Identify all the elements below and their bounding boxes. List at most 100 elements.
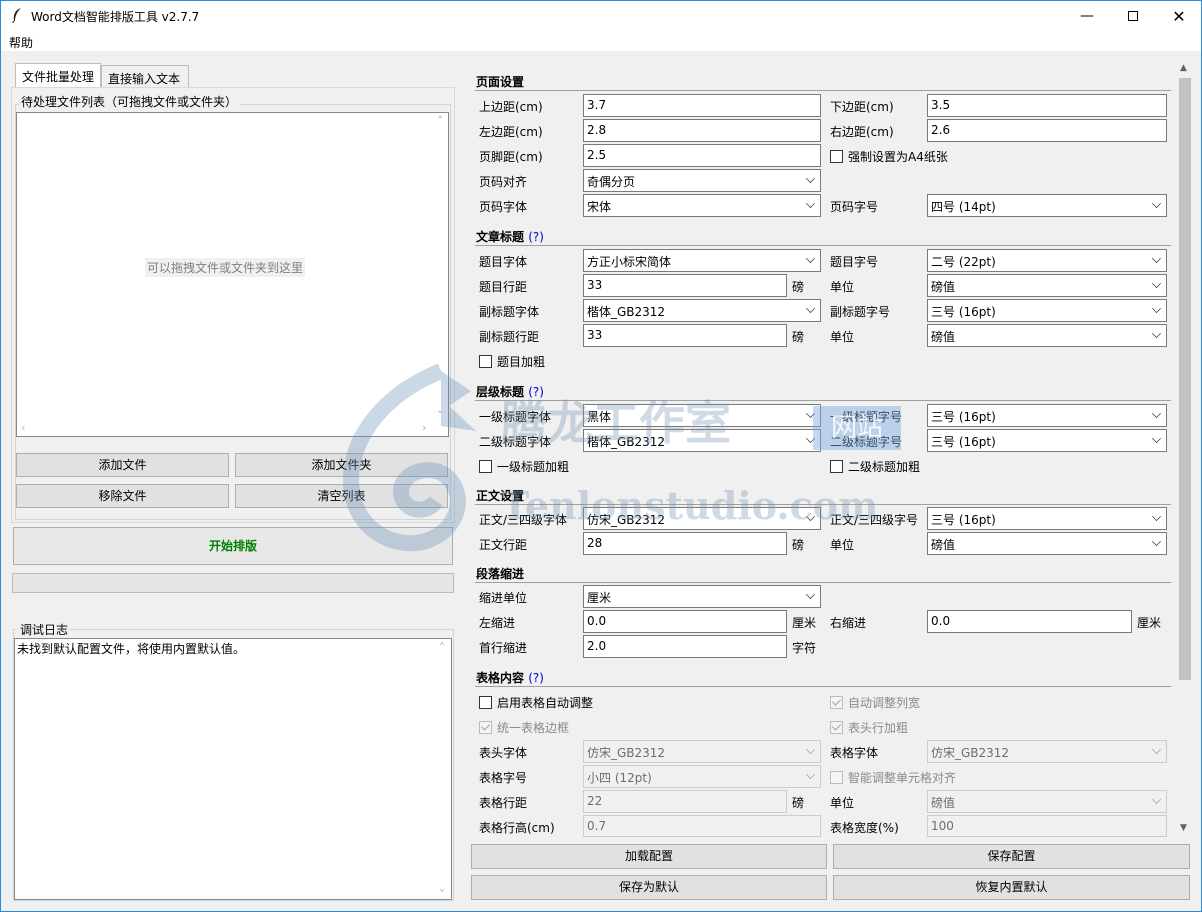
table-row-height-input[interactable]: 0.7 <box>583 815 821 837</box>
restore-default-button[interactable]: 恢复内置默认 <box>833 875 1190 900</box>
top-margin-input[interactable]: 3.7 <box>583 94 821 117</box>
title-bold-checkbox[interactable]: 题目加粗 <box>479 353 545 370</box>
tab-direct-input[interactable]: 直接输入文本 <box>101 65 189 88</box>
left-margin-input[interactable]: 2.8 <box>583 119 821 142</box>
body-spacing-input[interactable]: 28 <box>583 532 787 555</box>
save-as-default-button[interactable]: 保存为默认 <box>471 875 827 900</box>
force-a4-label: 强制设置为A4纸张 <box>848 150 948 164</box>
title-spacing-input[interactable]: 33 <box>583 274 787 297</box>
body-font-select[interactable]: 仿宋_GB2312 <box>583 507 821 530</box>
header-bold-checkbox[interactable]: 表头行加粗 <box>830 719 908 736</box>
section-table-content: 表格内容 (?) <box>476 669 544 686</box>
indent-unit-select[interactable]: 厘米 <box>583 585 821 608</box>
section-paragraph-indent: 段落缩进 <box>476 567 525 581</box>
h1-size-select[interactable]: 三号 (16pt) <box>927 404 1167 427</box>
table-font-label: 表格字体 <box>830 746 879 760</box>
h1-font-label: 一级标题字体 <box>479 410 552 424</box>
auto-column-width-checkbox[interactable]: 自动调整列宽 <box>830 694 920 711</box>
footer-distance-input[interactable]: 2.5 <box>583 144 821 167</box>
table-width-input[interactable]: 100 <box>927 815 1167 837</box>
section-divider <box>475 504 1171 505</box>
subtitle-spacing-input[interactable]: 33 <box>583 324 787 347</box>
title-font-select[interactable]: 方正小标宋简体 <box>583 249 821 272</box>
page-number-size-select[interactable]: 四号 (14pt) <box>927 194 1167 217</box>
heading-help-link[interactable]: (?) <box>528 385 544 399</box>
page-number-align-select[interactable]: 奇偶分页 <box>583 169 821 192</box>
save-config-button[interactable]: 保存配置 <box>833 844 1190 869</box>
remove-file-button[interactable]: 移除文件 <box>16 484 229 508</box>
unify-border-label: 统一表格边框 <box>497 721 570 735</box>
minimize-button[interactable]: — <box>1064 1 1110 31</box>
title-size-value: 二号 (22pt) <box>931 255 996 269</box>
indent-unit-label: 缩进单位 <box>479 591 528 605</box>
body-unit-select[interactable]: 磅值 <box>927 532 1167 555</box>
log-text: 未找到默认配置文件，将使用内置默认值。 <box>17 642 246 656</box>
title-font-value: 方正小标宋简体 <box>587 255 672 269</box>
h1-font-select[interactable]: 黑体 <box>583 404 821 427</box>
body-spacing-unit: 磅 <box>792 538 805 552</box>
body-font-value: 仿宋_GB2312 <box>587 513 666 527</box>
table-header-font-select[interactable]: 仿宋_GB2312 <box>583 740 821 763</box>
smart-align-checkbox[interactable]: 智能调整单元格对齐 <box>830 769 956 786</box>
subtitle-size-label: 副标题字号 <box>830 305 891 319</box>
subtitle-font-select[interactable]: 楷体_GB2312 <box>583 299 821 322</box>
force-a4-checkbox[interactable]: 强制设置为A4纸张 <box>830 148 948 165</box>
bottom-margin-input[interactable]: 3.5 <box>927 94 1167 117</box>
h2-size-select[interactable]: 三号 (16pt) <box>927 429 1167 452</box>
check-icon <box>480 721 491 731</box>
body-spacing-label: 正文行距 <box>479 538 528 552</box>
title-size-select[interactable]: 二号 (22pt) <box>927 249 1167 272</box>
tab-batch-files[interactable]: 文件批量处理 <box>15 63 101 87</box>
table-font-select[interactable]: 仿宋_GB2312 <box>927 740 1167 763</box>
subtitle-size-select[interactable]: 三号 (16pt) <box>927 299 1167 322</box>
scroll-thumb[interactable] <box>1179 78 1191 680</box>
chevron-down-icon <box>1152 434 1161 443</box>
scroll-up-icon: ⌃ <box>439 641 446 652</box>
first-line-indent-input[interactable]: 2.0 <box>583 635 787 658</box>
left-indent-input[interactable]: 0.0 <box>583 610 787 633</box>
title-unit-select[interactable]: 磅值 <box>927 274 1167 297</box>
section-heading-levels-text: 层级标题 <box>476 385 525 399</box>
checkbox-box <box>479 696 492 709</box>
section-heading-levels: 层级标题 (?) <box>476 383 544 400</box>
close-button[interactable]: ✕ <box>1156 1 1201 31</box>
page-number-size-label: 页码字号 <box>830 200 879 214</box>
maximize-button[interactable] <box>1110 1 1156 31</box>
page-number-font-select[interactable]: 宋体 <box>583 194 821 217</box>
load-config-button[interactable]: 加载配置 <box>471 844 827 869</box>
page-number-size-value: 四号 (14pt) <box>931 200 996 214</box>
table-help-link[interactable]: (?) <box>528 671 544 685</box>
h1-bold-checkbox[interactable]: 一级标题加粗 <box>479 458 569 475</box>
table-size-value: 小四 (12pt) <box>587 771 652 785</box>
section-table-content-text: 表格内容 <box>476 671 525 685</box>
h2-bold-checkbox[interactable]: 二级标题加粗 <box>830 458 920 475</box>
subtitle-spacing-label: 副标题行距 <box>479 330 540 344</box>
checkbox-box <box>830 460 843 473</box>
right-indent-input[interactable]: 0.0 <box>927 610 1132 633</box>
table-auto-adjust-checkbox[interactable]: 启用表格自动调整 <box>479 694 593 711</box>
chevron-down-icon <box>1152 409 1161 418</box>
right-margin-input[interactable]: 2.6 <box>927 119 1167 142</box>
page-number-align-value: 奇偶分页 <box>587 175 636 189</box>
menu-help[interactable]: 帮助 <box>9 34 33 51</box>
h2-font-select[interactable]: 楷体_GB2312 <box>583 429 821 452</box>
table-unit-select[interactable]: 磅值 <box>927 790 1167 813</box>
title-spacing-unit: 磅 <box>792 280 805 294</box>
h1-size-value: 三号 (16pt) <box>931 410 996 424</box>
settings-vscrollbar[interactable]: ▲ ▼ <box>1177 61 1193 838</box>
article-title-help-link[interactable]: (?) <box>528 230 544 244</box>
subtitle-size-value: 三号 (16pt) <box>931 305 996 319</box>
log-vscrollbar[interactable]: ⌃ ⌄ <box>435 639 451 899</box>
table-size-select[interactable]: 小四 (12pt) <box>583 765 821 788</box>
unify-border-checkbox[interactable]: 统一表格边框 <box>479 719 569 736</box>
bottom-margin-label: 下边距(cm) <box>830 100 894 114</box>
add-file-button[interactable]: 添加文件 <box>16 453 229 477</box>
file-list-placeholder: 可以拖拽文件或文件夹到这里 <box>145 258 306 277</box>
log-title: 调试日志 <box>18 621 71 638</box>
body-size-select[interactable]: 三号 (16pt) <box>927 507 1167 530</box>
table-spacing-input[interactable]: 22 <box>583 790 787 813</box>
subtitle-unit-select[interactable]: 磅值 <box>927 324 1167 347</box>
checkbox-box <box>830 150 843 163</box>
subtitle-unit-value: 磅值 <box>931 330 956 344</box>
log-textarea[interactable]: 未找到默认配置文件，将使用内置默认值。 ⌃ ⌄ <box>14 638 452 900</box>
